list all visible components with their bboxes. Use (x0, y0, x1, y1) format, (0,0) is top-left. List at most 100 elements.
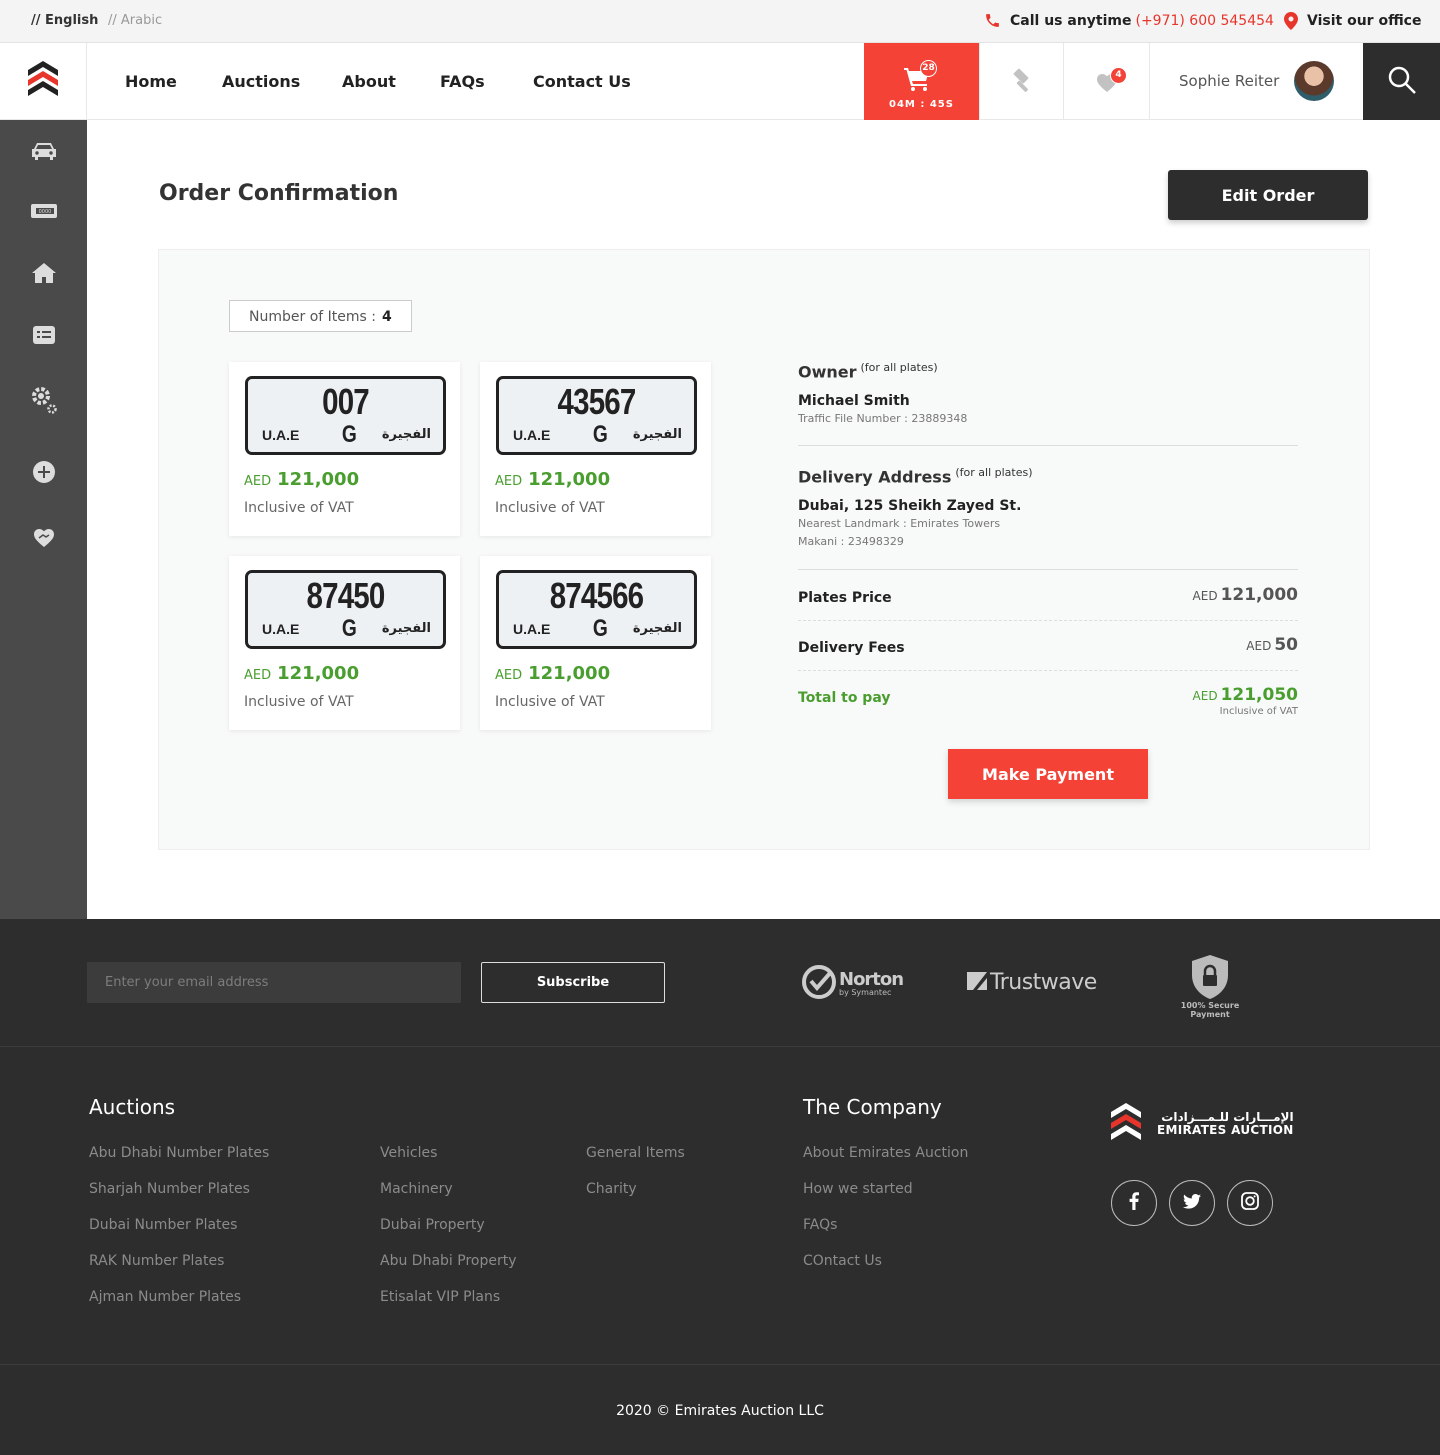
plate-number: 007 (322, 381, 370, 422)
amount: 50 (1274, 635, 1298, 655)
plate-card[interactable]: 874566 U.A.E G الفجيرة AED 121,000 Inclus… (480, 556, 711, 730)
footer-link[interactable]: Sharjah Number Plates (89, 1181, 250, 1197)
items-icon (32, 325, 56, 349)
trustwave-label: Trustwave (990, 970, 1097, 995)
footer-link[interactable]: Etisalat VIP Plans (380, 1289, 500, 1305)
location-pin-icon (1284, 12, 1298, 30)
number-plate: 43567 U.A.E G الفجيرة (496, 376, 697, 455)
footer-link[interactable]: General Items (586, 1145, 685, 1161)
edit-order-button[interactable]: Edit Order (1168, 170, 1368, 220)
plate-card[interactable]: 007 U.A.E G الفجيرة AED 121,000 Inclusive… (229, 362, 460, 536)
items-count-box: Number of Items : 4 (229, 300, 412, 332)
email-input[interactable] (87, 962, 461, 1003)
delivery-note: (for all plates) (955, 466, 1033, 479)
facebook-icon (1129, 1192, 1139, 1214)
make-payment-button[interactable]: Make Payment (948, 749, 1148, 799)
nav-home[interactable]: Home (125, 72, 177, 91)
amount: 121,050 (1220, 685, 1298, 705)
footer-link[interactable]: Dubai Property (380, 1217, 485, 1233)
instagram-link[interactable] (1227, 1180, 1273, 1226)
sidebar-item-charity[interactable] (28, 523, 60, 555)
items-count-label: Number of Items : (249, 309, 376, 325)
footer-brand[interactable]: الإمـــارات للـمـــزادات EMIRATES AUCTIO… (1111, 1103, 1294, 1145)
add-icon (32, 460, 56, 488)
plate-number: 43567 (557, 381, 636, 422)
footer-link[interactable]: Machinery (380, 1181, 453, 1197)
plates-price-label: Plates Price (798, 590, 892, 606)
plate-price: AED 121,000 (244, 663, 359, 684)
car-icon (30, 141, 58, 165)
number-plate: 874566 U.A.E G الفجيرة (496, 570, 697, 649)
sidebar-item-vehicles[interactable] (28, 137, 60, 169)
plate-emirate: الفجيرة (632, 621, 682, 636)
footer-link[interactable]: How we started (803, 1181, 913, 1197)
footer-link[interactable]: FAQs (803, 1217, 837, 1233)
plate-price: AED 121,000 (495, 469, 610, 490)
footer-link[interactable]: COntact Us (803, 1253, 882, 1269)
search-button[interactable] (1363, 43, 1440, 120)
footer-link[interactable]: Abu Dhabi Property (380, 1253, 517, 1269)
logo[interactable] (0, 43, 87, 119)
logo-icon (28, 61, 58, 101)
sidebar: 0000 (0, 120, 87, 919)
delivery-address: Dubai, 125 Sheikh Zayed St. (798, 498, 1022, 514)
cart-button[interactable]: 28 04M : 45S (864, 43, 979, 120)
sidebar-item-machinery[interactable] (28, 385, 60, 417)
footer-link[interactable]: Vehicles (380, 1145, 437, 1161)
language-arabic-link[interactable]: // Arabic (108, 13, 162, 28)
items-count-value: 4 (381, 309, 392, 325)
search-icon (1387, 65, 1417, 99)
footer-link[interactable]: About Emirates Auction (803, 1145, 968, 1161)
plate-card[interactable]: 43567 U.A.E G الفجيرة AED 121,000 Inclusi… (480, 362, 711, 536)
price-amount: 121,000 (528, 469, 611, 490)
plates-price-value: AED 121,000 (1193, 585, 1298, 605)
cart-count-badge: 28 (920, 60, 937, 77)
twitter-icon (1183, 1193, 1201, 1213)
total-label: Total to pay (798, 690, 891, 706)
footer-subscribe: Subscribe Norton by Symantec Trustwave 1… (0, 919, 1440, 1047)
call-us[interactable]: Call us anytime (+971) 600 545454 (984, 12, 1274, 29)
nav-auctions[interactable]: Auctions (222, 72, 300, 91)
visit-office[interactable]: Visit our office (1284, 12, 1421, 30)
plate-country: U.A.E (513, 427, 551, 443)
twitter-link[interactable] (1169, 1180, 1215, 1226)
plate-card[interactable]: 87450 U.A.E G الفجيرة AED 121,000 Inclusi… (229, 556, 460, 730)
nav-faqs[interactable]: FAQs (440, 72, 485, 91)
footer-links: Auctions Abu Dhabi Number Plates Sharjah… (0, 1047, 1440, 1365)
delivery-fees-value: AED 50 (1246, 635, 1298, 655)
owner-title: Owner (798, 362, 857, 382)
traffic-file-number: Traffic File Number : 23889348 (798, 412, 968, 425)
divider (798, 670, 1298, 671)
nav-about[interactable]: About (342, 72, 396, 91)
copyright: 2020 © Emirates Auction LLC (616, 1403, 824, 1419)
language-english-link[interactable]: // English (31, 13, 98, 28)
vat-note: Inclusive of VAT (495, 500, 605, 516)
sidebar-item-add[interactable] (28, 458, 60, 490)
total-value: AED 121,050 (1193, 685, 1298, 705)
favorites-count-badge: 4 (1110, 67, 1127, 84)
sidebar-item-plates[interactable]: 0000 (28, 197, 60, 229)
plate-emirate: الفجيرة (381, 427, 431, 442)
footer-link[interactable]: Ajman Number Plates (89, 1289, 241, 1305)
bids-button[interactable] (979, 43, 1063, 120)
plate-icon: 0000 (30, 203, 58, 223)
facebook-link[interactable] (1111, 1180, 1157, 1226)
plate-price: AED 121,000 (244, 469, 359, 490)
sidebar-item-property[interactable] (28, 259, 60, 291)
price-amount: 121,000 (277, 469, 360, 490)
footer-link[interactable]: Charity (586, 1181, 637, 1197)
checkmark-icon (801, 964, 837, 1004)
nav-contact-us[interactable]: Contact Us (533, 72, 631, 91)
subscribe-button[interactable]: Subscribe (481, 962, 665, 1003)
footer-link[interactable]: Dubai Number Plates (89, 1217, 237, 1233)
avatar[interactable] (1294, 61, 1334, 101)
phone-number[interactable]: (+971) 600 545454 (1135, 13, 1273, 29)
footer-link[interactable]: RAK Number Plates (89, 1253, 224, 1269)
plate-country: U.A.E (513, 621, 551, 637)
delivery-fees-label: Delivery Fees (798, 640, 905, 656)
user-name[interactable]: Sophie Reiter (1179, 72, 1279, 90)
sidebar-item-general[interactable] (28, 321, 60, 353)
footer-bottom: 2020 © Emirates Auction LLC (0, 1365, 1440, 1455)
favorites-button[interactable]: 4 (1063, 43, 1149, 120)
footer-link[interactable]: Abu Dhabi Number Plates (89, 1145, 269, 1161)
